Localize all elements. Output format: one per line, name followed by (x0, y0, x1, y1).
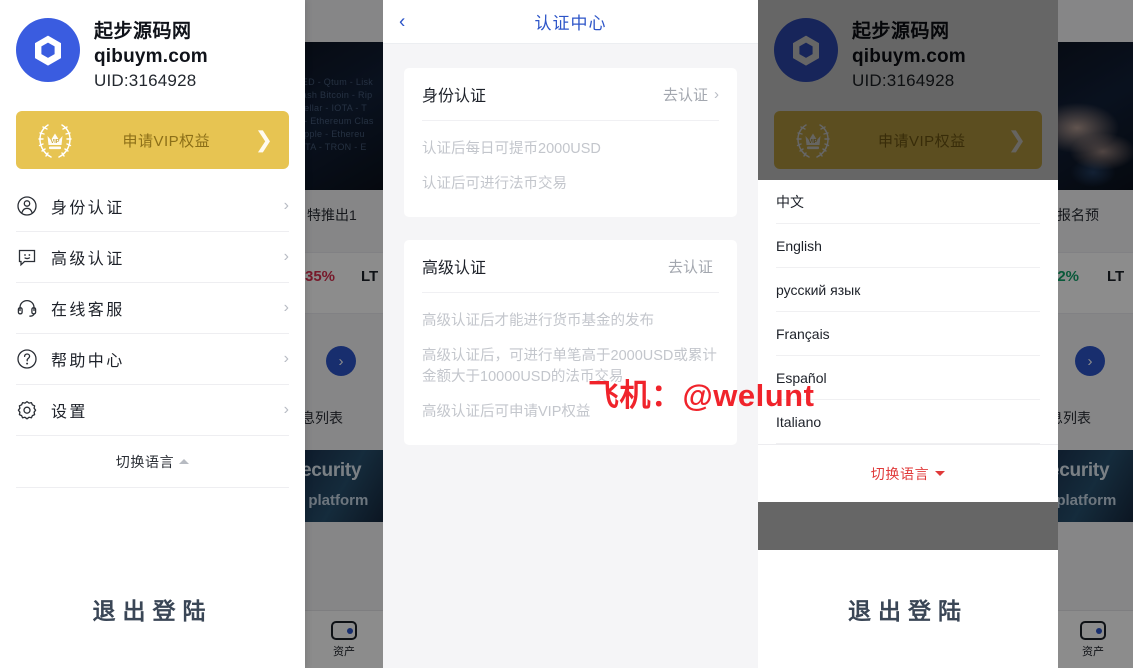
verification-cards: 身份认证 去认证 › 认证后每日可提币2000USD 认证后可进行法币交易 高级… (383, 44, 758, 445)
chevron-right-icon: ❯ (254, 127, 273, 152)
chevron-right-icon: ❯ (1007, 127, 1026, 152)
apply-vip-button[interactable]: VIP 申请VIP权益 ❯ (16, 111, 289, 169)
card-title: 身份认证 (422, 88, 487, 105)
sidebar-item-online-support[interactable]: 在线客服 › (16, 283, 289, 334)
vip-laurel-badge-icon: VIP (32, 117, 78, 163)
background-strip-right: 速报名预 02% LT › 消息列表 ecurity g platform 资产 (1053, 0, 1133, 668)
chevron-right-icon: › (283, 197, 289, 214)
chevron-right-icon: › (283, 299, 289, 316)
caret-up-icon (179, 459, 190, 464)
go-verify-label: 去认证 (667, 258, 713, 276)
language-option-english[interactable]: English (776, 224, 1040, 268)
language-selection-sheet: 中文 English русский язык Français Español… (758, 180, 1058, 502)
chevron-right-icon: › (283, 401, 289, 418)
chevron-right-icon: › (283, 248, 289, 265)
profile-header-right: 起步源码网 qibuym.com UID:3164928 (758, 0, 1058, 97)
left-drawer: 起步源码网 qibuym.com UID:3164928 VIP 申请VIP权益… (0, 0, 305, 668)
screenshot-stage: NED - Qtum - Lisk Cash Bitcoin - Rip Ste… (0, 0, 1133, 668)
language-option-russian[interactable]: русский язык (776, 268, 1040, 312)
card-body: 高级认证后才能进行货币基金的发布 高级认证后，可进行单笔高于2000USD或累计… (422, 293, 719, 423)
site-domain: qibuym.com (852, 46, 966, 67)
gear-icon (16, 399, 38, 421)
smiley-chat-icon (16, 246, 38, 268)
user-uid: UID:3164928 (94, 71, 197, 90)
go-verify-link[interactable]: 去认证 › (663, 84, 719, 105)
language-option-chinese[interactable]: 中文 (776, 180, 1040, 224)
sidebar-item-advanced-verification[interactable]: 高级认证 › (16, 232, 289, 283)
go-verify-link[interactable]: 去认证 (668, 256, 719, 277)
identity-verification-card: 身份认证 去认证 › 认证后每日可提币2000USD 认证后可进行法币交易 (404, 68, 737, 217)
background-strip-left: NED - Qtum - Lisk Cash Bitcoin - Rip Ste… (305, 0, 383, 668)
switch-language-label: 切换语言 (870, 465, 930, 482)
panel-navbar: ‹ 认证中心 (383, 0, 758, 44)
card-header: 高级认证 去认证 (422, 240, 719, 293)
right-drawer: 起步源码网 qibuym.com UID:3164928 VIP 申请VIP权益… (758, 0, 1058, 668)
svg-text:VIP: VIP (51, 139, 60, 145)
site-name: 起步源码网 (94, 21, 192, 42)
switch-language-toggle[interactable]: 切换语言 (16, 436, 289, 488)
question-circle-icon (16, 348, 38, 370)
sidebar-item-label: 帮助中心 (51, 353, 125, 370)
chevron-right-icon: › (714, 85, 719, 103)
user-uid: UID:3164928 (852, 71, 955, 90)
card-line: 高级认证后，可进行单笔高于2000USD或累计金额大于10000USD的法币交易 (422, 348, 717, 385)
sidebar-item-identity-verification[interactable]: 身份认证 › (16, 181, 289, 232)
card-line: 认证后每日可提币2000USD (422, 141, 601, 157)
switch-language-label: 切换语言 (115, 453, 175, 470)
profile-header: 起步源码网 qibuym.com UID:3164928 (0, 0, 305, 97)
sidebar-menu: 身份认证 › 高级认证 › 在线客服 › 帮助中心 › 设置 › 切换语言 (0, 181, 305, 488)
page-title: 认证中心 (534, 14, 607, 33)
sidebar-item-label: 设置 (51, 404, 88, 421)
site-domain: qibuym.com (94, 46, 208, 67)
card-body: 认证后每日可提币2000USD 认证后可进行法币交易 (422, 121, 719, 195)
switch-language-toggle-right[interactable]: 切换语言 (758, 444, 1058, 502)
hexagon-logo-icon (16, 18, 80, 82)
svg-text:VIP: VIP (809, 139, 818, 145)
language-option-spanish[interactable]: Español (776, 356, 1040, 400)
sidebar-item-settings[interactable]: 设置 › (16, 385, 289, 436)
sidebar-item-help-center[interactable]: 帮助中心 › (16, 334, 289, 385)
advanced-verification-card: 高级认证 去认证 高级认证后才能进行货币基金的发布 高级认证后，可进行单笔高于2… (404, 240, 737, 445)
apply-vip-label: 申请VIP权益 (122, 132, 211, 150)
card-title: 高级认证 (422, 260, 487, 277)
logout-button[interactable]: 退出登陆 (0, 550, 305, 668)
language-option-italian[interactable]: Italiano (776, 400, 1040, 444)
sidebar-item-label: 在线客服 (51, 302, 125, 319)
hexagon-logo-icon (774, 18, 838, 82)
chevron-right-icon: › (283, 350, 289, 367)
background-dim-overlay-left (305, 0, 383, 668)
sidebar-item-label: 身份认证 (51, 200, 125, 217)
go-verify-label: 去认证 (662, 86, 708, 104)
vip-laurel-badge-icon: VIP (790, 117, 836, 163)
card-header: 身份认证 去认证 › (422, 68, 719, 121)
language-option-french[interactable]: Français (776, 312, 1040, 356)
verification-center-panel: ‹ 认证中心 身份认证 去认证 › 认证后每日可提币2000USD 认证后可进行… (383, 0, 758, 668)
site-name: 起步源码网 (852, 21, 950, 42)
apply-vip-button-right[interactable]: VIP 申请VIP权益 ❯ (774, 111, 1042, 169)
apply-vip-label: 申请VIP权益 (877, 132, 966, 150)
logout-button-right[interactable]: 退出登陆 (758, 550, 1058, 668)
headset-icon (16, 297, 38, 319)
card-line: 高级认证后才能进行货币基金的发布 (422, 313, 654, 329)
chevron-left-icon[interactable]: ‹ (399, 12, 405, 31)
card-line: 认证后可进行法币交易 (422, 176, 567, 192)
background-dim-overlay-right (1053, 0, 1133, 668)
card-line: 高级认证后可申请VIP权益 (422, 404, 591, 420)
caret-down-icon (935, 471, 946, 476)
sidebar-item-label: 高级认证 (51, 251, 125, 268)
person-circle-icon (16, 195, 38, 217)
